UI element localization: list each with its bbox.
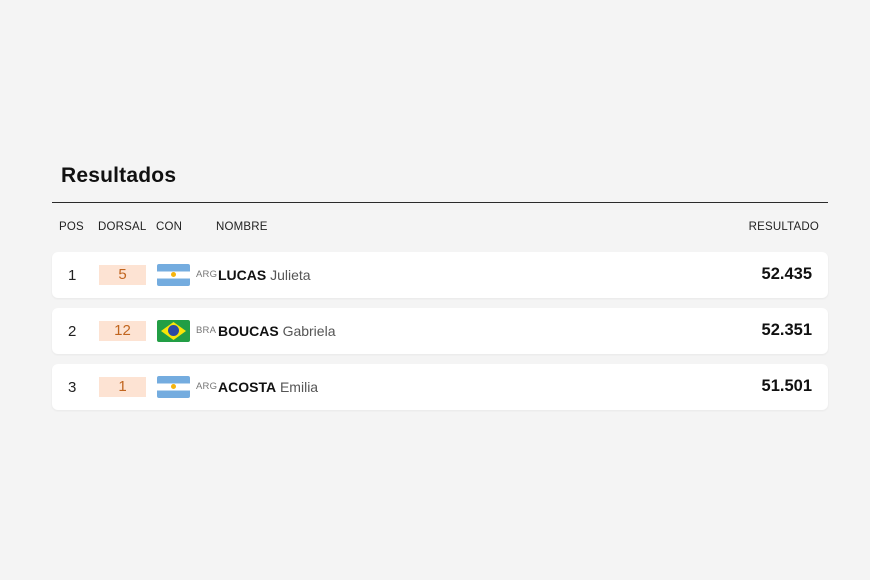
athlete-name: ACOSTA Emilia — [218, 379, 318, 395]
athlete-last-name: BOUCAS — [218, 323, 279, 339]
argentina-flag-icon — [157, 376, 190, 398]
bib-number-badge: 5 — [99, 265, 146, 285]
bib-number-badge: 12 — [99, 321, 146, 341]
column-header-pos: POS — [59, 221, 84, 233]
column-header-con: CON — [156, 221, 183, 233]
athlete-first-name: Gabriela — [282, 323, 336, 339]
bib-number-badge: 1 — [99, 377, 146, 397]
athlete-last-name: LUCAS — [218, 267, 267, 283]
result-value: 52.435 — [761, 265, 812, 283]
argentina-flag-icon — [157, 264, 190, 286]
country-code: BRA — [196, 325, 217, 336]
country-code: ARG — [196, 269, 218, 280]
position-cell: 3 — [68, 379, 77, 396]
athlete-first-name: Julieta — [270, 267, 311, 283]
table-row: 2 12 BRA BOUCAS Gabriela 52.351 — [52, 308, 828, 354]
column-header-nombre: NOMBRE — [216, 221, 268, 233]
table-header: POS DORSAL CON NOMBRE RESULTADO — [52, 221, 828, 235]
result-value: 52.351 — [761, 321, 812, 339]
position-cell: 1 — [68, 267, 77, 284]
brazil-flag-icon — [157, 320, 190, 342]
table-row: 1 5 ARG LUCAS Julieta 52.435 — [52, 252, 828, 298]
result-value: 51.501 — [761, 377, 812, 395]
page-title: Resultados — [61, 164, 177, 187]
position-cell: 2 — [68, 323, 77, 340]
column-header-resultado: RESULTADO — [748, 221, 819, 233]
athlete-name: LUCAS Julieta — [218, 267, 311, 283]
athlete-first-name: Emilia — [279, 379, 319, 395]
country-code: ARG — [196, 381, 218, 392]
athlete-last-name: ACOSTA — [218, 379, 277, 395]
title-divider — [52, 202, 828, 203]
results-panel: Resultados POS DORSAL CON NOMBRE RESULTA… — [52, 0, 828, 580]
table-row: 3 1 ARG ACOSTA Emilia 51.501 — [52, 364, 828, 410]
column-header-dorsal: DORSAL — [98, 221, 147, 233]
athlete-name: BOUCAS Gabriela — [218, 323, 335, 339]
